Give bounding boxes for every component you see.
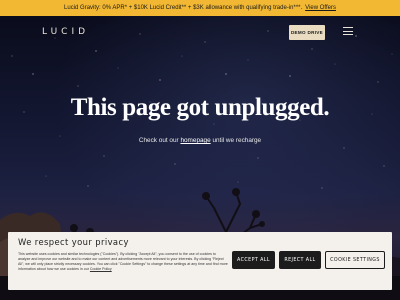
view-offers-link[interactable]: View Offers bbox=[305, 5, 336, 11]
page-title: This page got unplugged. bbox=[70, 94, 330, 121]
promo-text: Lucid Gravity: 0% APR* + $10K Lucid Cred… bbox=[64, 5, 303, 11]
recharge-message: Check out our homepage until we recharge bbox=[0, 137, 400, 144]
hamburger-menu-icon[interactable] bbox=[343, 27, 353, 37]
cookie-body-text: This website uses cookies and similar te… bbox=[18, 252, 228, 272]
sub-text-before: Check out our bbox=[138, 137, 179, 144]
accept-all-button[interactable]: ACCEPT ALL bbox=[232, 251, 275, 269]
cookie-title: We respect your privacy bbox=[18, 237, 129, 247]
top-navigation: LUCID DEMO DRIVE bbox=[0, 16, 400, 50]
cookie-description: This website uses cookies and similar te… bbox=[18, 252, 228, 272]
reject-all-button[interactable]: REJECT ALL bbox=[279, 251, 321, 269]
cookie-settings-button[interactable]: COOKIE SETTINGS bbox=[325, 251, 385, 269]
lucid-logo[interactable]: LUCID bbox=[42, 27, 89, 37]
promo-banner: Lucid Gravity: 0% APR* + $10K Lucid Cred… bbox=[0, 0, 400, 16]
cookie-consent-banner: We respect your privacy This website use… bbox=[8, 232, 392, 290]
sub-text-after: until we recharge bbox=[212, 137, 262, 144]
homepage-link[interactable]: homepage bbox=[180, 137, 210, 144]
cookie-policy-link[interactable]: Cookie Policy bbox=[90, 267, 112, 271]
demo-drive-button[interactable]: DEMO DRIVE bbox=[289, 25, 325, 40]
